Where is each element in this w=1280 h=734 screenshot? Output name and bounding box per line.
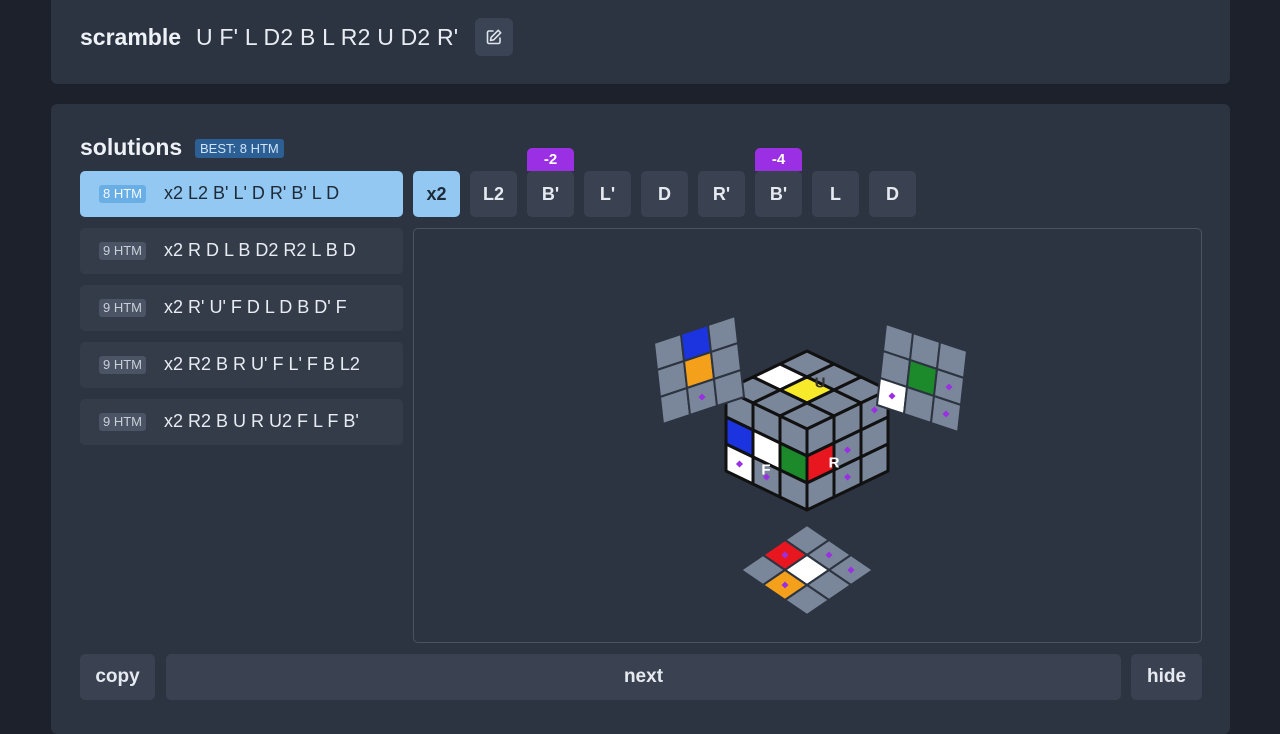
copy-button[interactable]: copy [80, 654, 155, 700]
move-savings-tag: -2 [527, 148, 574, 171]
solution-moves: x2 R2 B R U' F L' F B L2 [164, 354, 360, 374]
cube-viewer[interactable]: F R U [413, 228, 1202, 643]
move-step-button[interactable]: R' [698, 171, 745, 217]
face-letter-front: F [761, 462, 770, 479]
move-step-button[interactable]: L [812, 171, 859, 217]
move-step-button[interactable]: B' [527, 171, 574, 217]
move-step-button[interactable]: D [641, 171, 688, 217]
scramble-label: scramble [80, 24, 182, 50]
next-button[interactable]: next [166, 654, 1121, 700]
move-step-button[interactable]: B' [755, 171, 802, 217]
solution-moves: x2 L2 B' L' D R' B' L D [164, 183, 340, 203]
solution-item[interactable]: 9 HTM x2 R2 B U R U2 F L F B' [80, 399, 403, 445]
htm-badge: 9 HTM [99, 242, 146, 260]
solutions-panel: solutions BEST: 8 HTM 8 HTM x2 L2 B' L' … [51, 104, 1230, 734]
hide-button[interactable]: hide [1131, 654, 1202, 700]
best-badge: BEST: 8 HTM [195, 139, 284, 158]
move-step-button[interactable]: D [869, 171, 916, 217]
solution-item[interactable]: 9 HTM x2 R' U' F D L D B D' F [80, 285, 403, 331]
scramble-panel: scramble U F' L D2 B L R2 U D2 R' [51, 0, 1230, 84]
htm-badge: 9 HTM [99, 413, 146, 431]
face-letter-up: U [815, 375, 826, 392]
move-step-button[interactable]: L' [584, 171, 631, 217]
solution-item[interactable]: 9 HTM x2 R D L B D2 R2 L B D [80, 228, 403, 274]
edit-icon [486, 29, 502, 45]
edit-scramble-button[interactable] [475, 18, 513, 56]
move-step-button[interactable]: x2 [413, 171, 460, 217]
solution-moves: x2 R' U' F D L D B D' F [164, 297, 347, 317]
solution-moves: x2 R2 B U R U2 F L F B' [164, 411, 359, 431]
htm-badge: 8 HTM [99, 185, 146, 203]
solutions-title: solutions [80, 134, 183, 160]
cube-3d-view[interactable]: F R U [414, 229, 1201, 642]
move-step-button[interactable]: L2 [470, 171, 517, 217]
htm-badge: 9 HTM [99, 356, 146, 374]
solution-item[interactable]: 9 HTM x2 R2 B R U' F L' F B L2 [80, 342, 403, 388]
face-letter-right: R [829, 455, 840, 472]
move-savings-tag: -4 [755, 148, 802, 171]
solution-moves: x2 R D L B D2 R2 L B D [164, 240, 356, 260]
htm-badge: 9 HTM [99, 299, 146, 317]
scramble-moves: U F' L D2 B L R2 U D2 R' [196, 24, 459, 50]
solution-item[interactable]: 8 HTM x2 L2 B' L' D R' B' L D [80, 171, 403, 217]
